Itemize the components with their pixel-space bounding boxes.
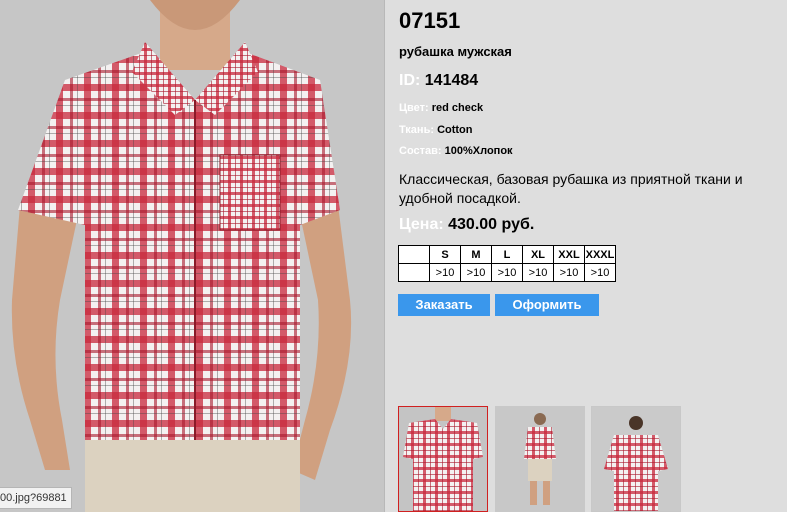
thumbnail-1[interactable] — [398, 406, 488, 512]
product-id: ID: 141484 — [399, 72, 478, 90]
stock-xxxl[interactable]: >10 — [584, 263, 616, 282]
size-header-xxl: XXL — [553, 245, 585, 264]
composition-attr: Состав: 100%Хлопок — [399, 145, 513, 157]
product-description: Классическая, базовая рубашка из приятно… — [399, 171, 743, 206]
thumbnail-2[interactable] — [495, 406, 585, 512]
composition-label: Состав: — [399, 145, 442, 157]
id-value: 141484 — [424, 72, 479, 89]
stock-xl[interactable]: >10 — [522, 263, 554, 282]
size-header-l: L — [491, 245, 523, 264]
size-corner-cell — [398, 245, 430, 264]
size-header-s: S — [429, 245, 461, 264]
id-label: ID: — [399, 72, 421, 89]
stock-l[interactable]: >10 — [491, 263, 523, 282]
stock-corner-cell — [398, 263, 430, 282]
size-stock-row: >10 >10 >10 >10 >10 >10 — [398, 263, 616, 282]
fabric-attr: Ткань: Cotton — [399, 124, 473, 136]
checkout-button[interactable]: Оформить — [495, 294, 599, 316]
stock-s[interactable]: >10 — [429, 263, 461, 282]
composition-value: 100%Хлопок — [444, 145, 513, 157]
price-value: 430.00 руб. — [448, 216, 535, 233]
thumbnail-3[interactable] — [591, 406, 681, 512]
price-label: Цена: — [399, 216, 444, 233]
status-bar-url: 00.jpg?69881 — [0, 487, 72, 509]
order-button[interactable]: Заказать — [398, 294, 490, 316]
product-name: рубашка мужская — [399, 44, 512, 59]
product-price: Цена: 430.00 руб. — [399, 216, 534, 234]
fabric-label: Ткань: — [399, 124, 434, 136]
size-header-m: M — [460, 245, 492, 264]
size-header-xxxl: XXXL — [584, 245, 616, 264]
stock-xxl[interactable]: >10 — [553, 263, 585, 282]
size-header-xl: XL — [522, 245, 554, 264]
thumb-image-2 — [496, 407, 584, 511]
main-product-image[interactable] — [0, 0, 384, 512]
thumb-image-3 — [592, 407, 680, 511]
color-attr: Цвет: red check — [399, 102, 483, 114]
color-value: red check — [431, 102, 484, 114]
shirt-photo — [0, 0, 384, 512]
product-code: 07151 — [399, 8, 461, 33]
size-table: S M L XL XXL XXXL >10 >10 >10 >10 >10 >1… — [398, 245, 616, 282]
stock-m[interactable]: >10 — [460, 263, 492, 282]
product-details: 07151 рубашка мужская ID: 141484 Цвет: r… — [385, 0, 787, 512]
size-header-row: S M L XL XXL XXXL — [398, 245, 616, 264]
color-label: Цвет: — [399, 102, 429, 114]
thumb-image-1 — [399, 407, 487, 511]
fabric-value: Cotton — [437, 124, 473, 136]
